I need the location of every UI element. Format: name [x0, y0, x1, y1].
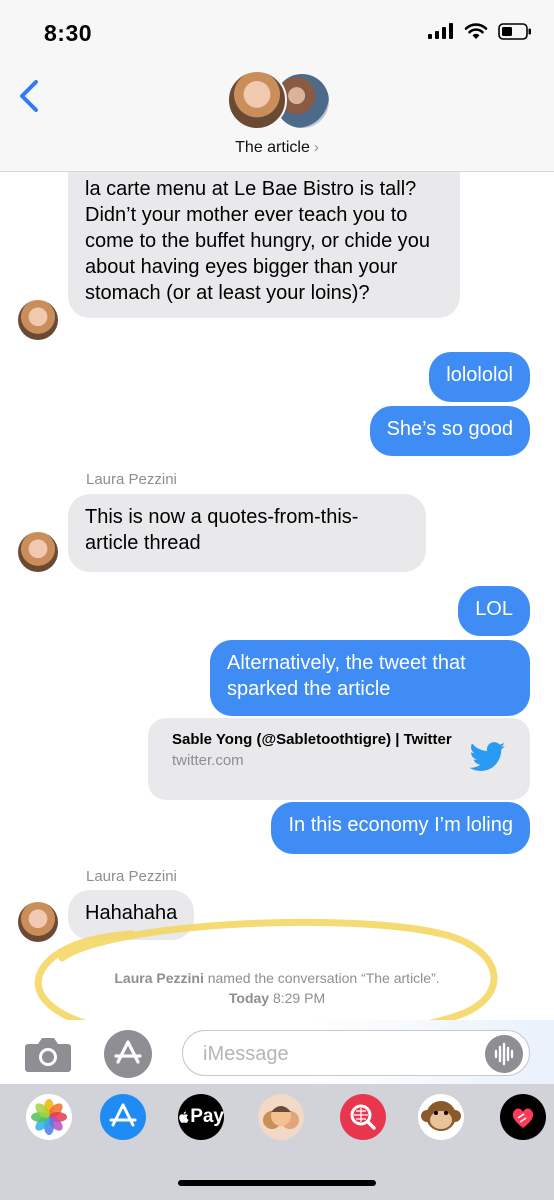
app-store-icon [109, 1103, 137, 1127]
avatar-laura [227, 70, 287, 130]
sender-name: Laura Pezzini [86, 868, 177, 885]
web-search-icon [350, 1104, 376, 1130]
app-store-icon [114, 1040, 142, 1064]
message-bubble-incoming[interactable]: la carte menu at Le Bae Bistro is tall? … [68, 172, 460, 318]
group-avatar[interactable] [227, 70, 337, 132]
web-images-button[interactable] [340, 1094, 386, 1140]
message-bubble-incoming[interactable]: This is now a quotes-from-this-article t… [68, 494, 426, 572]
system-note-time: 8:29 PM [272, 990, 326, 1006]
conversation-title[interactable]: The article › [0, 139, 554, 157]
composer-bar [0, 1020, 554, 1084]
status-bar: 8:30 [0, 0, 554, 64]
memoji-stickers-button[interactable] [258, 1094, 304, 1140]
apple-pay-label: Pay [190, 1106, 224, 1127]
apple-logo-icon [179, 1111, 189, 1123]
chevron-left-icon [20, 80, 38, 112]
twitter-bird-icon [470, 742, 506, 771]
message-bubble-outgoing[interactable]: In this economy I’m loling [271, 802, 530, 854]
app-store-button[interactable] [104, 1030, 152, 1078]
photos-icon [31, 1099, 67, 1135]
system-note-action: named the conversation “The article”. [207, 970, 440, 986]
audio-message-button[interactable] [485, 1035, 523, 1073]
sender-avatar [18, 300, 58, 340]
message-bubble-outgoing[interactable]: LOL [458, 586, 530, 636]
chevron-right-icon: › [313, 139, 319, 156]
apple-pay-app-button[interactable]: Pay [178, 1094, 224, 1140]
sender-avatar [18, 902, 58, 942]
conversation-title-text: The article [235, 139, 310, 156]
sender-avatar [18, 532, 58, 572]
message-bubble-outgoing[interactable]: Alternatively, the tweet that sparked th… [210, 640, 530, 716]
link-preview-domain: twitter.com [172, 752, 244, 769]
message-input-field[interactable] [182, 1030, 530, 1076]
wifi-icon [464, 23, 488, 39]
status-time: 8:30 [44, 20, 93, 46]
digital-touch-button[interactable] [500, 1094, 546, 1140]
message-list[interactable]: la carte menu at Le Bae Bistro is tall? … [0, 172, 554, 1020]
system-note-actor: Laura Pezzini [114, 970, 204, 986]
link-preview-card[interactable]: Sable Yong (@Sabletoothtigre) | Twitter … [148, 718, 530, 800]
link-preview-title: Sable Yong (@Sabletoothtigre) | Twitter [172, 731, 452, 748]
waveform-icon [494, 1042, 514, 1066]
battery-icon [498, 22, 531, 40]
status-icons [428, 22, 532, 40]
message-input[interactable] [203, 1039, 463, 1069]
back-button[interactable] [16, 76, 46, 116]
cellular-signal-icon [428, 23, 453, 39]
app-store-app-button[interactable] [100, 1094, 146, 1140]
message-bubble-outgoing[interactable]: She’s so good [369, 406, 530, 456]
animoji-monkey-icon [421, 1101, 461, 1131]
message-bubble-outgoing[interactable]: lolololol [429, 352, 530, 402]
photos-app-button[interactable] [26, 1094, 72, 1140]
system-note-day: Today [228, 990, 270, 1006]
home-indicator[interactable] [178, 1180, 376, 1186]
sender-name: Laura Pezzini [86, 471, 177, 488]
animoji-button[interactable] [418, 1094, 464, 1140]
digital-touch-icon [512, 1108, 534, 1128]
memoji-icon [263, 1106, 299, 1129]
message-bubble-incoming[interactable]: Hahahaha [68, 890, 195, 940]
camera-icon [25, 1038, 71, 1072]
conversation-renamed-note: Laura Pezzini named the conversation “Th… [0, 968, 554, 1008]
camera-button[interactable] [24, 1034, 72, 1074]
conversation-header: The article › [0, 64, 554, 172]
imessage-app-drawer: Pay [0, 1084, 554, 1200]
